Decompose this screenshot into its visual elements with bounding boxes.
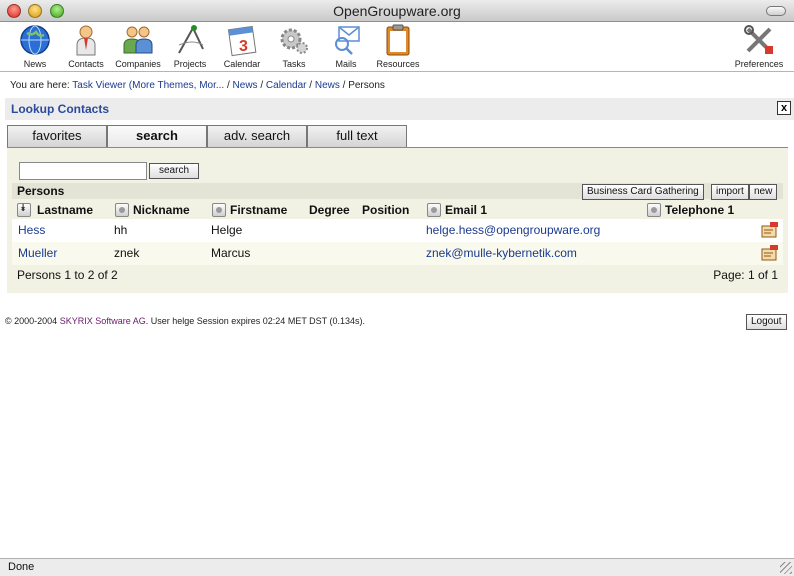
breadcrumb-prefix: You are here: <box>10 80 70 91</box>
breadcrumb-item-news-2[interactable]: News <box>315 80 340 91</box>
status-text: Done <box>8 561 35 573</box>
vcard-download-icon[interactable] <box>761 221 779 239</box>
table-header: Lastname Nickname Firstname Degree Posit… <box>12 201 783 219</box>
group-icon <box>123 26 153 54</box>
tab-full-text[interactable]: full text <box>307 125 407 147</box>
sort-telephone-icon[interactable] <box>647 203 661 217</box>
tab-adv-search[interactable]: adv. search <box>207 125 307 147</box>
breadcrumb-item-news[interactable]: News <box>233 80 258 91</box>
app-toolbar: News Contacts Companies Projects 3 Calen… <box>0 22 794 72</box>
toolbar-companies[interactable]: Companies <box>112 23 164 71</box>
email-cell[interactable]: znek@mulle-kybernetik.com <box>426 246 577 260</box>
page-title: Lookup Contacts <box>11 102 109 116</box>
results-summary: Persons 1 to 2 of 2 <box>17 268 118 282</box>
window-titlebar: OpenGroupware.org <box>0 0 794 22</box>
clipboard-icon <box>386 24 410 56</box>
breadcrumb-current: Persons <box>348 80 385 91</box>
search-button[interactable]: search <box>149 163 199 179</box>
nickname-cell: znek <box>114 246 140 260</box>
search-input[interactable] <box>19 162 147 180</box>
column-email: Email 1 <box>445 203 488 217</box>
toolbar-calendar[interactable]: 3 Calendar <box>216 23 268 71</box>
new-button[interactable]: new <box>749 184 778 200</box>
toolbar-calendar-label: Calendar <box>223 59 261 69</box>
toolbar-preferences[interactable]: Preferences <box>733 23 785 71</box>
gear-icon <box>280 28 308 54</box>
toolbar-preferences-label: Preferences <box>734 59 784 69</box>
close-panel-button[interactable]: x <box>777 101 791 115</box>
toolbar-tasks[interactable]: Tasks <box>268 23 320 71</box>
column-firstname: Firstname <box>230 203 288 217</box>
tab-favorites[interactable]: favorites <box>7 125 107 147</box>
firstname-cell: Helge <box>211 223 243 237</box>
business-card-gathering-button[interactable]: Business Card Gathering <box>582 184 704 200</box>
sort-lastname-icon[interactable] <box>17 203 31 217</box>
tab-search[interactable]: search <box>107 125 207 148</box>
toolbar-projects[interactable]: Projects <box>164 23 216 71</box>
calendar-icon: 3 <box>227 25 257 57</box>
toolbar-mails[interactable]: Mails <box>320 23 372 71</box>
breadcrumb-item-calendar[interactable]: Calendar <box>266 80 307 91</box>
column-lastname: Lastname <box>37 203 94 217</box>
table-row: Hess hh Helge helge.hess@opengroupware.o… <box>12 219 783 242</box>
status-bar: Done <box>0 558 794 576</box>
persons-label: Persons <box>17 184 65 198</box>
person-icon <box>76 25 96 56</box>
copyright-line: © 2000-2004 SKYRIX Software AG. User hel… <box>5 316 365 326</box>
table-row: Mueller znek Marcus znek@mulle-kyberneti… <box>12 242 783 265</box>
column-degree: Degree <box>309 203 350 217</box>
window-title: OpenGroupware.org <box>333 3 461 19</box>
toolbar-news-label: News <box>23 59 47 69</box>
lookup-contacts-header: Lookup Contacts x <box>5 98 794 120</box>
toolbar-news[interactable]: News <box>9 23 61 71</box>
toolbar-resources-label: Resources <box>376 59 420 69</box>
table-footer: Persons 1 to 2 of 2 Page: 1 of 1 <box>12 267 783 285</box>
column-telephone: Telephone 1 <box>665 203 735 217</box>
email-cell[interactable]: helge.hess@opengroupware.org <box>426 223 600 237</box>
firstname-cell: Marcus <box>211 246 251 260</box>
pagination-label: Page: 1 of 1 <box>713 268 778 282</box>
tools-icon <box>744 25 773 54</box>
breadcrumb: You are here: Task Viewer (More Themes, … <box>10 80 385 91</box>
toolbar-tasks-label: Tasks <box>282 59 306 69</box>
column-position: Position <box>362 203 410 217</box>
breadcrumb-item-task-viewer[interactable]: Task Viewer (More Themes, Mor... <box>72 80 224 91</box>
toolbar-mails-label: Mails <box>335 59 357 69</box>
lastname-cell[interactable]: Hess <box>18 223 45 237</box>
mail-icon <box>335 26 360 55</box>
toolbar-contacts[interactable]: Contacts <box>60 23 112 71</box>
sort-email-icon[interactable] <box>427 203 441 217</box>
compass-icon <box>178 25 204 54</box>
copyright-prefix: © 2000-2004 <box>5 316 58 326</box>
nickname-cell: hh <box>114 223 128 237</box>
column-nickname: Nickname <box>133 203 190 217</box>
globe-icon <box>20 25 50 55</box>
search-panel: search Persons Business Card Gathering i… <box>7 147 788 293</box>
calendar-day: 3 <box>239 38 248 55</box>
lastname-cell[interactable]: Mueller <box>18 246 57 260</box>
toolbar-toggle-button[interactable] <box>766 6 786 16</box>
sort-nickname-icon[interactable] <box>115 203 129 217</box>
company-link[interactable]: SKYRIX Software AG <box>60 316 146 326</box>
logout-button[interactable]: Logout <box>746 314 787 330</box>
sort-firstname-icon[interactable] <box>212 203 226 217</box>
toolbar-projects-label: Projects <box>173 59 207 69</box>
resize-grip-icon[interactable] <box>780 562 792 574</box>
toolbar-companies-label: Companies <box>115 59 161 69</box>
session-info: . User helge Session expires 02:24 MET D… <box>145 316 366 326</box>
toolbar-contacts-label: Contacts <box>68 59 104 69</box>
toolbar-resources[interactable]: Resources <box>372 23 424 71</box>
vcard-download-icon[interactable] <box>761 244 779 262</box>
import-button[interactable]: import <box>711 184 749 200</box>
